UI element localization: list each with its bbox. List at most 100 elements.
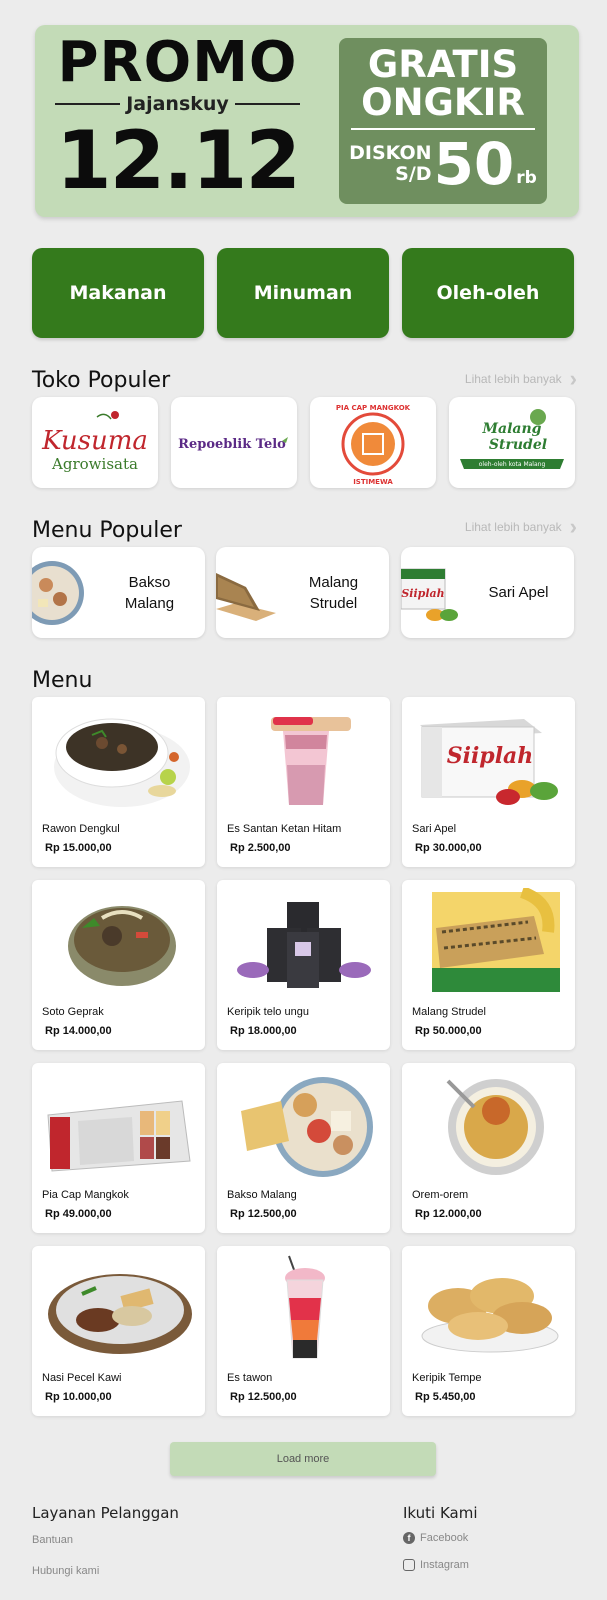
footer-link-bantuan[interactable]: Bantuan <box>32 1534 73 1546</box>
pia-logo-text: PIA CAP MANGKOK <box>336 404 411 412</box>
popular-menu-card[interactable]: Siiplah Sari Apel <box>401 547 574 638</box>
category-button-oleh-oleh[interactable]: Oleh-oleh <box>402 248 574 338</box>
malang-strudel-logo-text2: Strudel <box>489 437 547 453</box>
strudel-icon <box>216 573 276 621</box>
menu-item-price: Rp 12.500,00 <box>230 1208 297 1220</box>
popular-menu-name: Malang Strudel <box>308 573 359 612</box>
menu-card[interactable]: Nasi Pecel Kawi Rp 10.000,00 <box>32 1246 205 1416</box>
malang-strudel-image <box>432 888 560 992</box>
store-card-repoeblik-telo[interactable]: Repoeblik Telo <box>171 397 297 488</box>
see-more-stores-link[interactable]: Lihat lebih banyak › <box>464 366 577 391</box>
menu-item-name: Nasi Pecel Kawi <box>42 1372 122 1384</box>
menu-item-name: Pia Cap Mangkok <box>42 1189 129 1201</box>
discount-amount: 50 <box>433 130 515 198</box>
menu-item-name: Keripik telo ungu <box>227 1006 309 1018</box>
footer-link-instagram[interactable]: Instagram <box>403 1559 469 1571</box>
malang-strudel-ribbon-text: oleh-oleh kota Malang <box>479 461 546 468</box>
popular-menu-card[interactable]: Bakso Malang <box>32 547 205 638</box>
kusuma-logo-subtext: Agrowisata <box>51 455 138 473</box>
menu-item-name: Keripik Tempe <box>412 1372 482 1384</box>
chevron-right-icon: › <box>569 514 577 539</box>
menu-item-price: Rp 30.000,00 <box>415 842 482 854</box>
menu-card[interactable]: Malang Strudel Rp 50.000,00 <box>402 880 575 1050</box>
menu-card[interactable]: Rawon Dengkul Rp 15.000,00 <box>32 697 205 867</box>
see-more-menu-link[interactable]: Lihat lebih banyak › <box>465 514 577 539</box>
menu-card[interactable]: Bakso Malang Rp 12.500,00 <box>217 1063 390 1233</box>
menu-item-price: Rp 10.000,00 <box>45 1391 112 1403</box>
discount-label: DISKON S/D <box>349 143 431 185</box>
pia-cap-mangkok-image <box>47 1100 191 1172</box>
menu-item-price: Rp 12.500,00 <box>230 1391 297 1403</box>
menu-card[interactable]: Soto Geprak Rp 14.000,00 <box>32 880 205 1050</box>
discount-label-line1: DISKON <box>349 142 432 164</box>
menu-card[interactable]: Keripik telo ungu Rp 18.000,00 <box>217 880 390 1050</box>
keripik-telo-ungu-image <box>237 902 371 988</box>
pia-logo-subtext: ISTIMEWA <box>353 478 393 486</box>
bakso-malang-image <box>241 1077 373 1177</box>
divider <box>234 103 301 105</box>
repoeblik-telo-logo-text: Repoeblik Telo <box>178 437 286 452</box>
juice-box-icon: Siiplah <box>401 568 458 621</box>
menu-item-name: Sari Apel <box>412 823 457 835</box>
popular-menu-name: Bakso Malang <box>124 573 175 612</box>
svg-text:Siiplah: Siiplah <box>447 743 534 769</box>
footer-link-hubungi-kami[interactable]: Hubungi kami <box>32 1565 99 1577</box>
facebook-icon: f <box>403 1532 415 1544</box>
menu-card[interactable]: Pia Cap Mangkok Rp 49.000,00 <box>32 1063 205 1233</box>
footer-link-facebook[interactable]: f Facebook <box>403 1532 468 1544</box>
discount-unit: rb <box>516 168 537 188</box>
menu-item-name: Es tawon <box>227 1372 273 1384</box>
menu-item-name: Orem-orem <box>412 1189 469 1201</box>
promo-date: 12.12 <box>55 114 301 207</box>
load-more-button[interactable]: Load more <box>170 1442 436 1476</box>
menu-item-price: Rp 14.000,00 <box>45 1025 112 1037</box>
promo-left-block: PROMO Jajanskuy 12.12 <box>55 31 301 207</box>
nasi-pecel-kawi-image <box>48 1274 192 1354</box>
menu-card[interactable]: Es Santan Ketan Hitam Rp 2.500,00 <box>217 697 390 867</box>
menu-card[interactable]: Siiplah Sari Apel Rp 30.000,00 <box>402 697 575 867</box>
menu-item-name: Soto Geprak <box>42 1006 104 1018</box>
rawon-dengkul-image <box>54 718 190 807</box>
footer-link-label: Instagram <box>420 1559 469 1571</box>
menu-card[interactable]: Es tawon Rp 12.500,00 <box>217 1246 390 1416</box>
menu-item-price: Rp 50.000,00 <box>415 1025 482 1037</box>
orem-orem-image <box>446 1079 544 1175</box>
keripik-tempe-image <box>421 1278 559 1353</box>
footer-customer-service-title: Layanan Pelanggan <box>32 1504 179 1522</box>
malang-strudel-logo-text: Malang <box>482 421 542 437</box>
menu-item-name: Es Santan Ketan Hitam <box>227 823 342 835</box>
meatball-soup-icon <box>32 561 84 625</box>
pia-cap-mangkok-logo: PIA CAP MANGKOK ISTIMEWA <box>336 404 411 486</box>
popular-menu-card[interactable]: Malang Strudel <box>216 547 389 638</box>
brand-name: Jajanskuy <box>126 93 229 115</box>
instagram-icon <box>403 1559 415 1571</box>
menu-item-price: Rp 2.500,00 <box>230 842 291 854</box>
chevron-right-icon: › <box>569 366 577 391</box>
es-santan-ketan-hitam-image <box>271 717 351 805</box>
kusuma-logo: Kusuma Agrowisata <box>41 410 148 473</box>
section-title-popular-menu: Menu Populer <box>32 518 182 543</box>
divider <box>55 103 121 105</box>
menu-item-name: Rawon Dengkul <box>42 823 120 835</box>
menu-item-name: Malang Strudel <box>412 1006 486 1018</box>
promo-banner[interactable]: PROMO Jajanskuy 12.12 GRATIS ONGKIR DISK… <box>35 25 579 217</box>
category-button-minuman[interactable]: Minuman <box>217 248 389 338</box>
free-shipping-line1: GRATIS <box>367 43 519 86</box>
menu-item-price: Rp 15.000,00 <box>45 842 112 854</box>
es-tawon-image <box>285 1255 325 1359</box>
store-card-kusuma[interactable]: Kusuma Agrowisata <box>32 397 158 488</box>
discount-label-line2: S/D <box>395 163 432 185</box>
store-card-malang-strudel[interactable]: Malang Strudel oleh-oleh kota Malang <box>449 397 575 488</box>
free-shipping-box: GRATIS ONGKIR DISKON S/D 50 rb <box>339 38 547 204</box>
kusuma-logo-text: Kusuma <box>41 426 148 456</box>
see-more-label: Lihat lebih banyak <box>464 372 562 386</box>
popular-menu-name: Sari Apel <box>488 584 549 601</box>
discount-row: DISKON S/D 50 rb <box>339 134 547 194</box>
store-card-pia-cap-mangkok[interactable]: PIA CAP MANGKOK ISTIMEWA <box>310 397 436 488</box>
soto-geprak-image <box>68 906 176 986</box>
menu-card[interactable]: Orem-orem Rp 12.000,00 <box>402 1063 575 1233</box>
menu-card[interactable]: Keripik Tempe Rp 5.450,00 <box>402 1246 575 1416</box>
section-title-popular-stores: Toko Populer <box>32 368 171 393</box>
category-button-makanan[interactable]: Makanan <box>32 248 204 338</box>
footer-link-label: Facebook <box>420 1532 469 1544</box>
